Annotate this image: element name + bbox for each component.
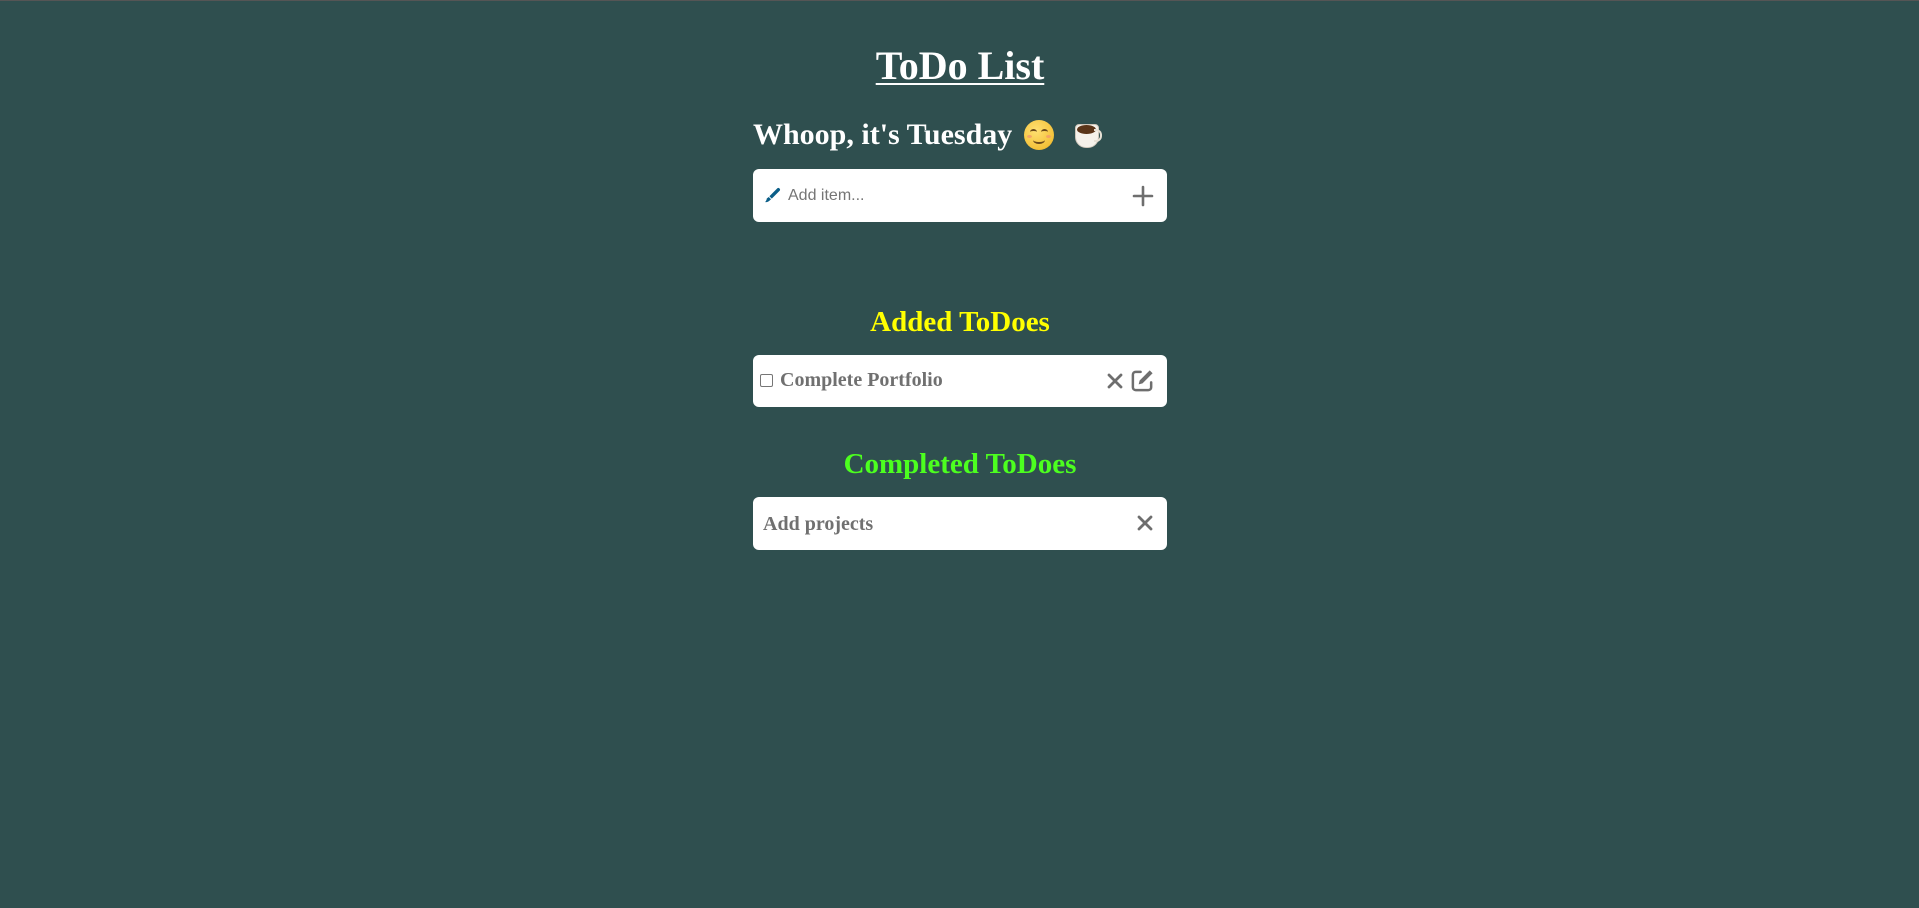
todo-item: Complete Portfolio	[753, 355, 1167, 407]
add-item-plus-button[interactable]	[1131, 184, 1155, 208]
completed-todo-item: Add projects	[753, 497, 1167, 550]
greeting-heading: Whoop, it's Tuesday	[753, 113, 1103, 157]
coffee-cup-icon	[1072, 120, 1103, 150]
add-item-input[interactable]	[788, 179, 1108, 212]
greeting-text: Whoop, it's Tuesday	[753, 118, 1013, 151]
completed-todo-label: Add projects	[763, 513, 874, 535]
completed-todoes-title: Completed ToDoes	[843, 448, 1077, 480]
page-title: ToDo List	[875, 43, 1045, 88]
added-todoes-title: Added ToDoes	[870, 306, 1050, 338]
delete-todo-close-icon[interactable]	[1105, 371, 1125, 391]
todo-item-checkbox[interactable]	[760, 374, 773, 387]
add-item-box	[753, 169, 1167, 222]
todo-item-label: Complete Portfolio	[780, 369, 943, 391]
edit-todo-edit-icon[interactable]	[1130, 368, 1155, 393]
delete-completed-close-icon[interactable]	[1135, 513, 1155, 533]
smiling-face-emoji-icon	[1024, 120, 1055, 150]
pen-icon	[765, 187, 781, 203]
